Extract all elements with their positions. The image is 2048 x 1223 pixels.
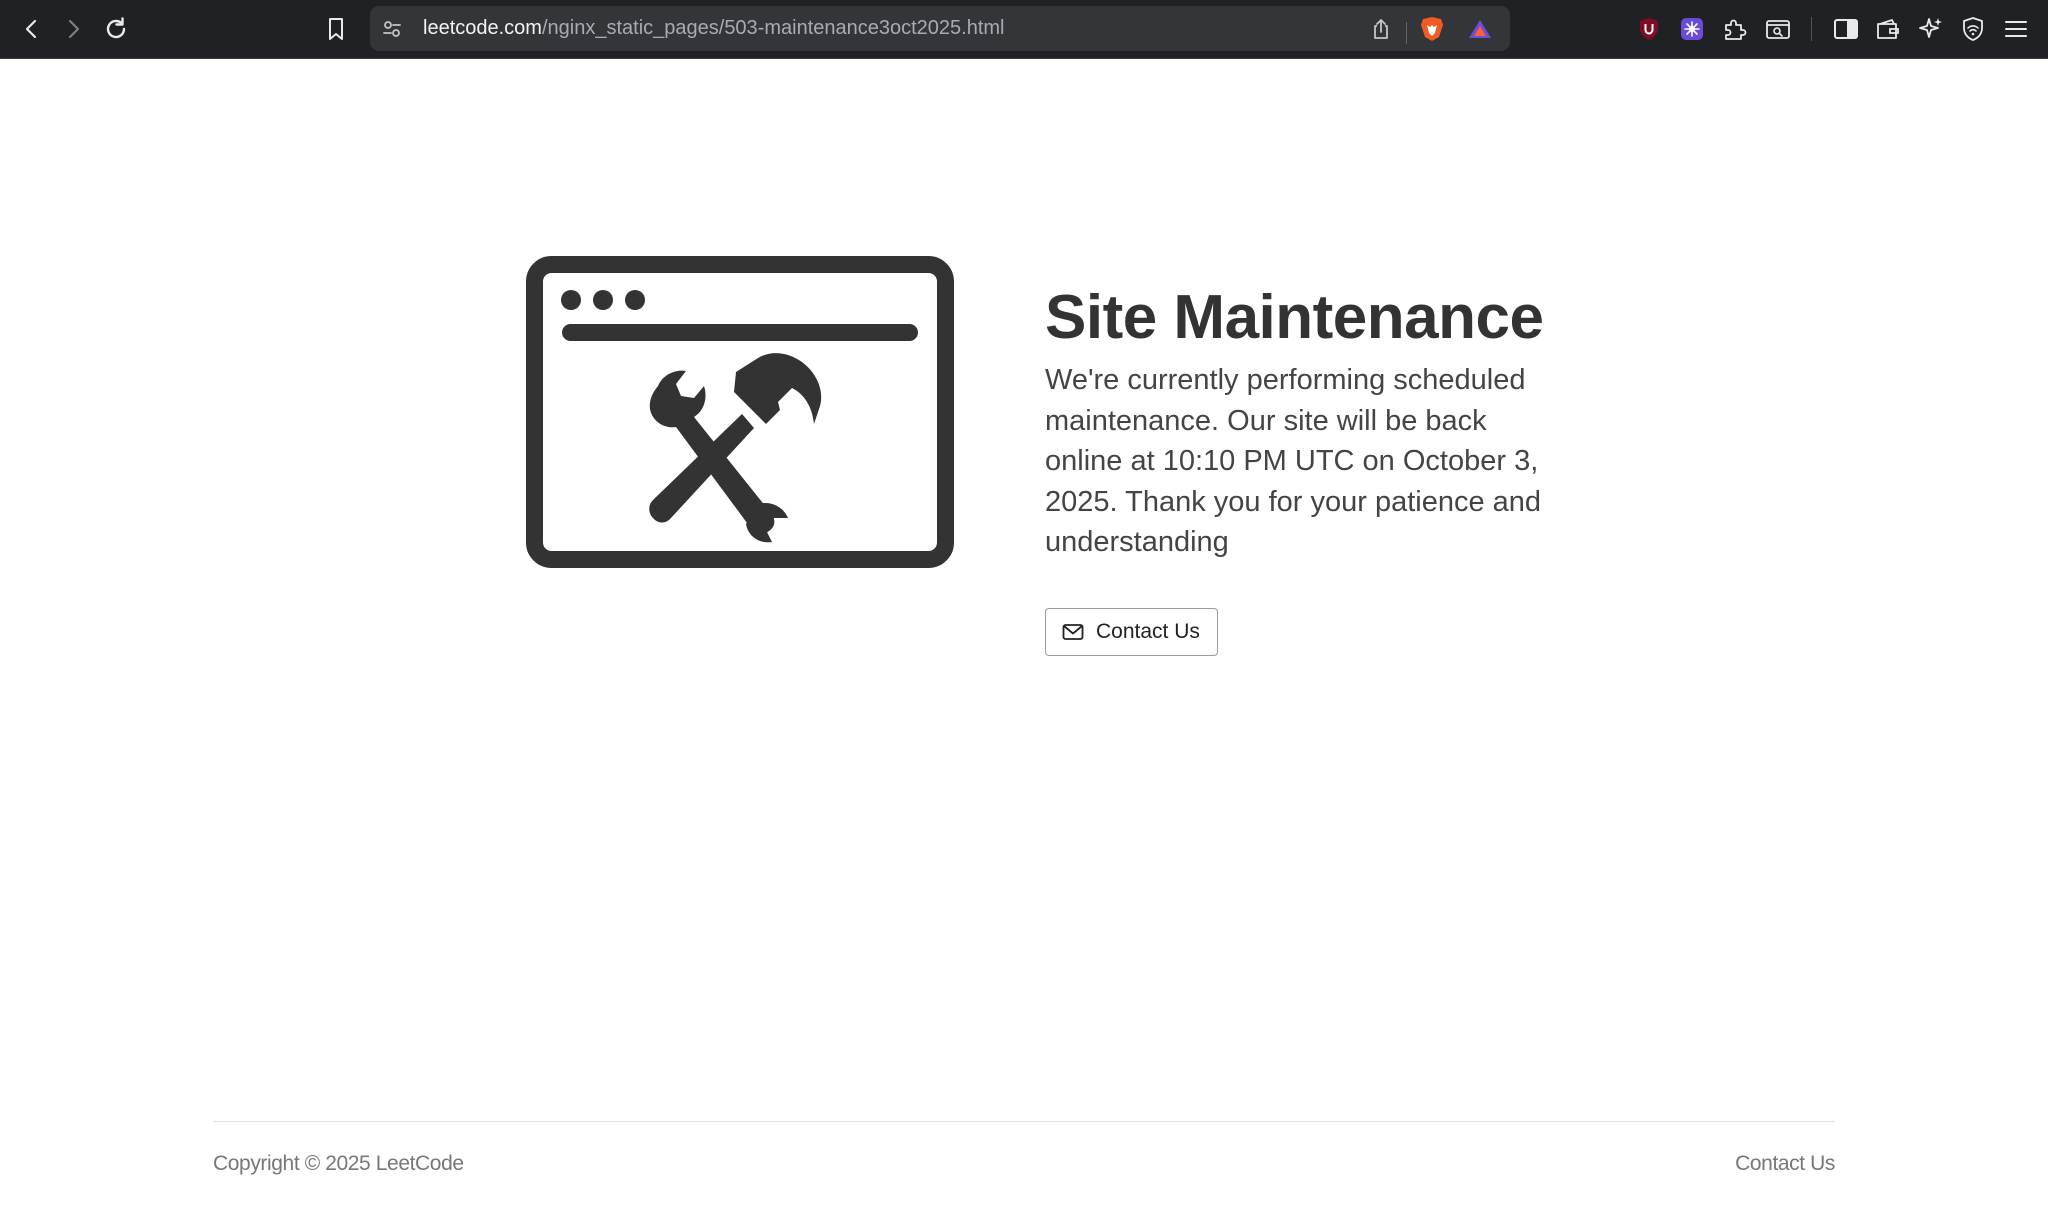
- brave-rewards-icon: [1469, 20, 1491, 38]
- forward-icon: [68, 19, 80, 39]
- address-bar[interactable]: leetcode.com/nginx_static_pages/503-main…: [370, 6, 1510, 51]
- extension-icon: [1681, 18, 1703, 40]
- url-text[interactable]: leetcode.com/nginx_static_pages/503-main…: [423, 6, 1005, 51]
- find-icon: [1766, 20, 1790, 39]
- site-settings-icon: [383, 21, 401, 37]
- extension-button[interactable]: [1674, 11, 1710, 47]
- wallet-icon: [1877, 19, 1899, 39]
- leo-ai-button[interactable]: [1913, 11, 1949, 47]
- share-icon: [1374, 19, 1388, 39]
- url-path: /nginx_static_pages/503-maintenance3oct2…: [541, 17, 1005, 39]
- wallet-button[interactable]: [1870, 11, 1906, 47]
- maintenance-message: We're currently performing scheduled mai…: [1045, 364, 1542, 559]
- brave-shields-button[interactable]: [1414, 11, 1450, 47]
- find-button[interactable]: [1760, 11, 1796, 47]
- contact-us-button[interactable]: Contact Us: [1045, 608, 1218, 656]
- envelope-icon: [1062, 623, 1084, 641]
- maintenance-illustration: [526, 256, 954, 568]
- back-button[interactable]: [14, 11, 50, 47]
- menu-icon: [2005, 21, 2027, 37]
- footer-contact-link[interactable]: Contact Us: [1735, 1152, 1835, 1176]
- maintenance-content: Site Maintenance We're currently perform…: [1045, 282, 1545, 563]
- sidebar-button[interactable]: [1828, 11, 1864, 47]
- ublock-button[interactable]: [1631, 11, 1667, 47]
- bookmark-button[interactable]: [318, 11, 354, 47]
- contact-us-label: Contact Us: [1096, 620, 1200, 643]
- back-icon: [25, 19, 37, 39]
- brave-shields-icon: [1421, 17, 1443, 41]
- extensions-puzzle-icon: [1725, 19, 1747, 40]
- bookmark-icon: [329, 18, 343, 40]
- browser-window-tools-icon: [526, 256, 954, 568]
- footer-divider: [213, 1121, 1835, 1122]
- vpn-button[interactable]: [1955, 11, 1991, 47]
- page-title: Site Maintenance: [1045, 283, 1544, 352]
- browser-toolbar: leetcode.com/nginx_static_pages/503-main…: [0, 0, 2048, 59]
- url-host: leetcode.com: [423, 17, 542, 39]
- reload-button[interactable]: [98, 11, 134, 47]
- reload-icon: [106, 17, 126, 39]
- sidebar-icon: [1834, 19, 1858, 39]
- urlbar-divider: [1406, 22, 1407, 44]
- forward-button[interactable]: [55, 11, 91, 47]
- site-settings-button[interactable]: [374, 11, 410, 47]
- ublock-icon: [1640, 18, 1658, 40]
- brave-rewards-button[interactable]: [1462, 11, 1498, 47]
- toolbar-divider: [1811, 17, 1812, 41]
- footer-copyright: Copyright © 2025 LeetCode: [213, 1152, 464, 1175]
- menu-button[interactable]: [1998, 11, 2034, 47]
- share-button[interactable]: [1363, 11, 1399, 47]
- extensions-button[interactable]: [1717, 11, 1753, 47]
- leo-ai-icon: [1919, 18, 1942, 38]
- vpn-icon: [1963, 17, 1983, 41]
